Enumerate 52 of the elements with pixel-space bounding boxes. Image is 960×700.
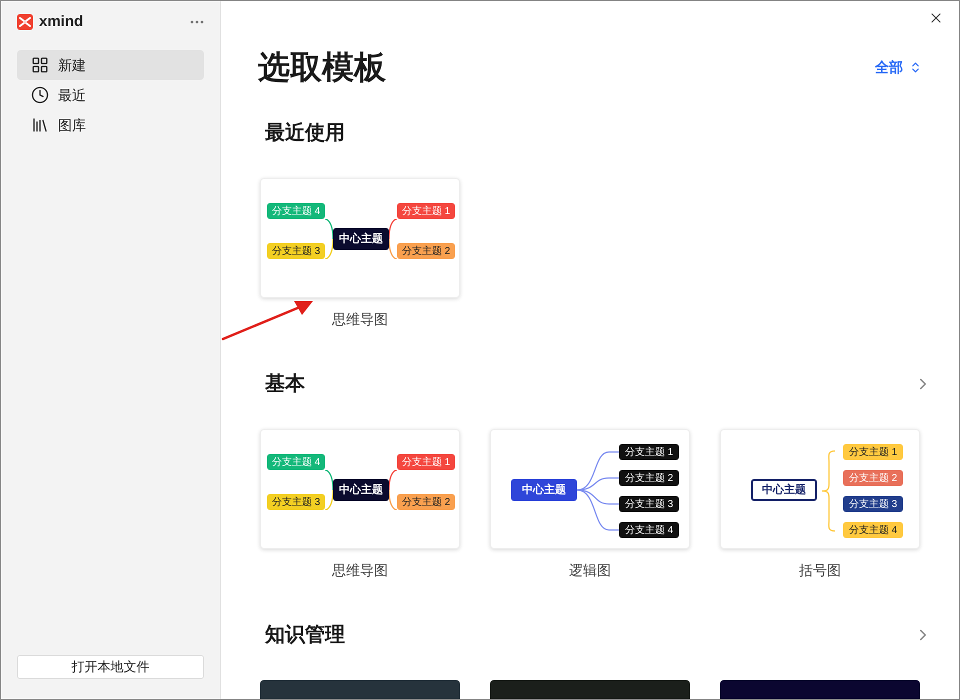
connector-line: [325, 219, 334, 240]
branch-topic: 分支主题 3: [619, 496, 679, 512]
more-icon[interactable]: [190, 20, 204, 24]
branch-topic: 分支主题 4: [267, 203, 325, 219]
connector-line: [388, 470, 397, 490]
template-card[interactable]: 中心主题 分支主题 4 分支主题 1 分支主题 3 分支主题 2: [260, 178, 460, 298]
template-name: 逻辑图: [569, 561, 611, 580]
branch-topic: 分支主题 3: [267, 243, 325, 259]
sidebar-item-icon: [31, 86, 49, 104]
template-name: 思维导图: [332, 561, 388, 580]
central-topic: 中心主题: [511, 479, 577, 501]
connector-line: [388, 219, 397, 240]
branch-topic: 分支主题 3: [843, 496, 903, 512]
page-title: 选取模板: [258, 48, 386, 87]
filter-dropdown[interactable]: 全部: [875, 56, 922, 78]
sidebar-item-icon: [31, 116, 49, 134]
template-name: 括号图: [799, 561, 841, 580]
branch-topic: 分支主题 4: [619, 522, 679, 538]
branch-topic: 分支主题 1: [843, 444, 903, 460]
branch-topic: 分支主题 2: [619, 470, 679, 486]
central-topic: 中心主题: [333, 479, 389, 501]
section-heading: 基本: [265, 372, 305, 397]
sidebar-item[interactable]: 图库: [17, 110, 204, 140]
app-logo-icon: [17, 14, 33, 30]
sidebar-item[interactable]: 最近: [17, 80, 204, 110]
sort-icon: [909, 60, 922, 74]
sidebar-item-icon: [31, 56, 49, 74]
section-heading: 知识管理: [265, 623, 345, 648]
branch-topic: 分支主题 1: [619, 444, 679, 460]
template-card[interactable]: 中心主题 分支主题 1 分支主题 2 分支主题 3 分支主题 4: [490, 429, 690, 549]
template-name: 思维导图: [332, 310, 388, 329]
branch-topic: 分支主题 3: [267, 494, 325, 510]
app-name: xmind: [39, 12, 84, 32]
connector-line: [325, 238, 334, 259]
connector-line: [325, 470, 334, 490]
branch-topic: 分支主题 2: [397, 494, 455, 510]
branch-topic: 分支主题 4: [267, 454, 325, 470]
template-card[interactable]: 中心主题 分支主题 1 分支主题 2 分支主题 3 分支主题 4: [720, 429, 920, 549]
branch-topic: 分支主题 1: [397, 454, 455, 470]
central-topic: 中心主题: [751, 479, 817, 501]
connector-line: [325, 490, 334, 510]
section-heading: 最近使用: [265, 121, 345, 146]
branch-topic: 分支主题 1: [397, 203, 455, 219]
open-local-file-button[interactable]: 打开本地文件: [17, 655, 204, 679]
sidebar-item[interactable]: 新建: [17, 50, 204, 80]
branch-topic: 分支主题 2: [397, 243, 455, 259]
central-topic: 中心主题: [333, 228, 389, 250]
branch-topic: 分支主题 2: [843, 470, 903, 486]
branch-topic: 分支主题 4: [843, 522, 903, 538]
template-card[interactable]: 中心主题 分支主题 4 分支主题 1 分支主题 3 分支主题 2: [260, 429, 460, 549]
connector-line: [388, 238, 397, 259]
connector-line: [388, 490, 397, 510]
